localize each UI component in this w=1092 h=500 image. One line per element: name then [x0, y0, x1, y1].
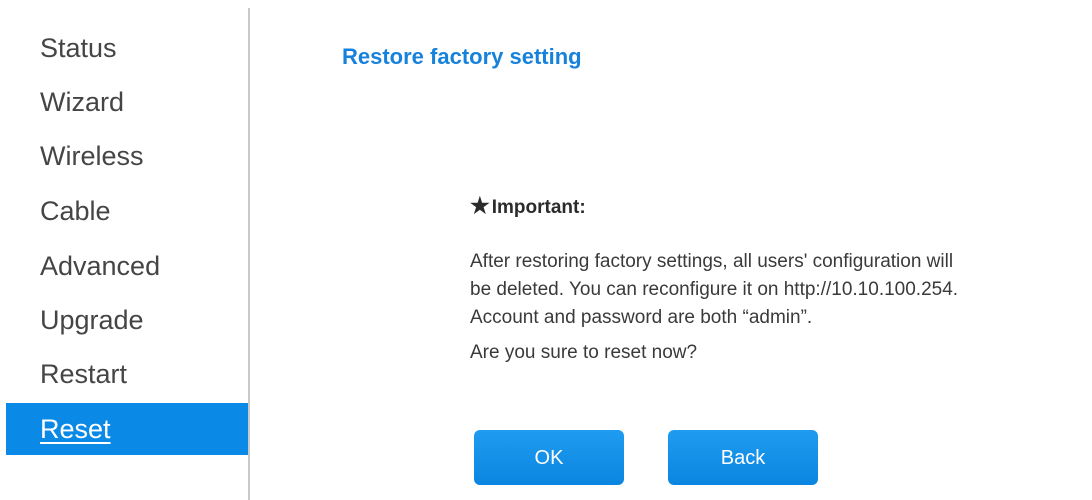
app-window: Status Wizard Wireless Cable Advanced Up… — [0, 0, 1092, 500]
important-heading: ★ Important: — [470, 193, 586, 219]
sidebar-item-advanced[interactable]: Advanced — [6, 240, 248, 292]
sidebar-item-wireless[interactable]: Wireless — [6, 130, 248, 182]
message-line: Account and password are both “admin”. — [470, 307, 813, 328]
page-title: Restore factory setting — [342, 44, 582, 69]
sidebar-item-reset[interactable]: Reset — [6, 403, 248, 455]
back-button[interactable]: Back — [668, 430, 818, 485]
ok-button[interactable]: OK — [474, 430, 624, 485]
message-line: After restoring factory settings, all us… — [470, 251, 954, 272]
sidebar-item-cable[interactable]: Cable — [6, 185, 248, 237]
confirm-question: Are you sure to reset now? — [470, 342, 698, 363]
sidebar-divider — [248, 8, 250, 500]
important-label: Important: — [491, 197, 586, 218]
sidebar-item-restart[interactable]: Restart — [6, 348, 248, 400]
star-icon: ★ — [470, 193, 490, 218]
reset-warning-message: After restoring factory settings, all us… — [470, 248, 1092, 332]
sidebar-nav: Status Wizard Wireless Cable Advanced Up… — [0, 0, 248, 500]
message-line: be deleted. You can reconfigure it on ht… — [470, 279, 959, 300]
sidebar-item-wizard[interactable]: Wizard — [6, 76, 248, 128]
sidebar-item-status[interactable]: Status — [6, 22, 248, 74]
sidebar-item-upgrade[interactable]: Upgrade — [6, 294, 248, 346]
